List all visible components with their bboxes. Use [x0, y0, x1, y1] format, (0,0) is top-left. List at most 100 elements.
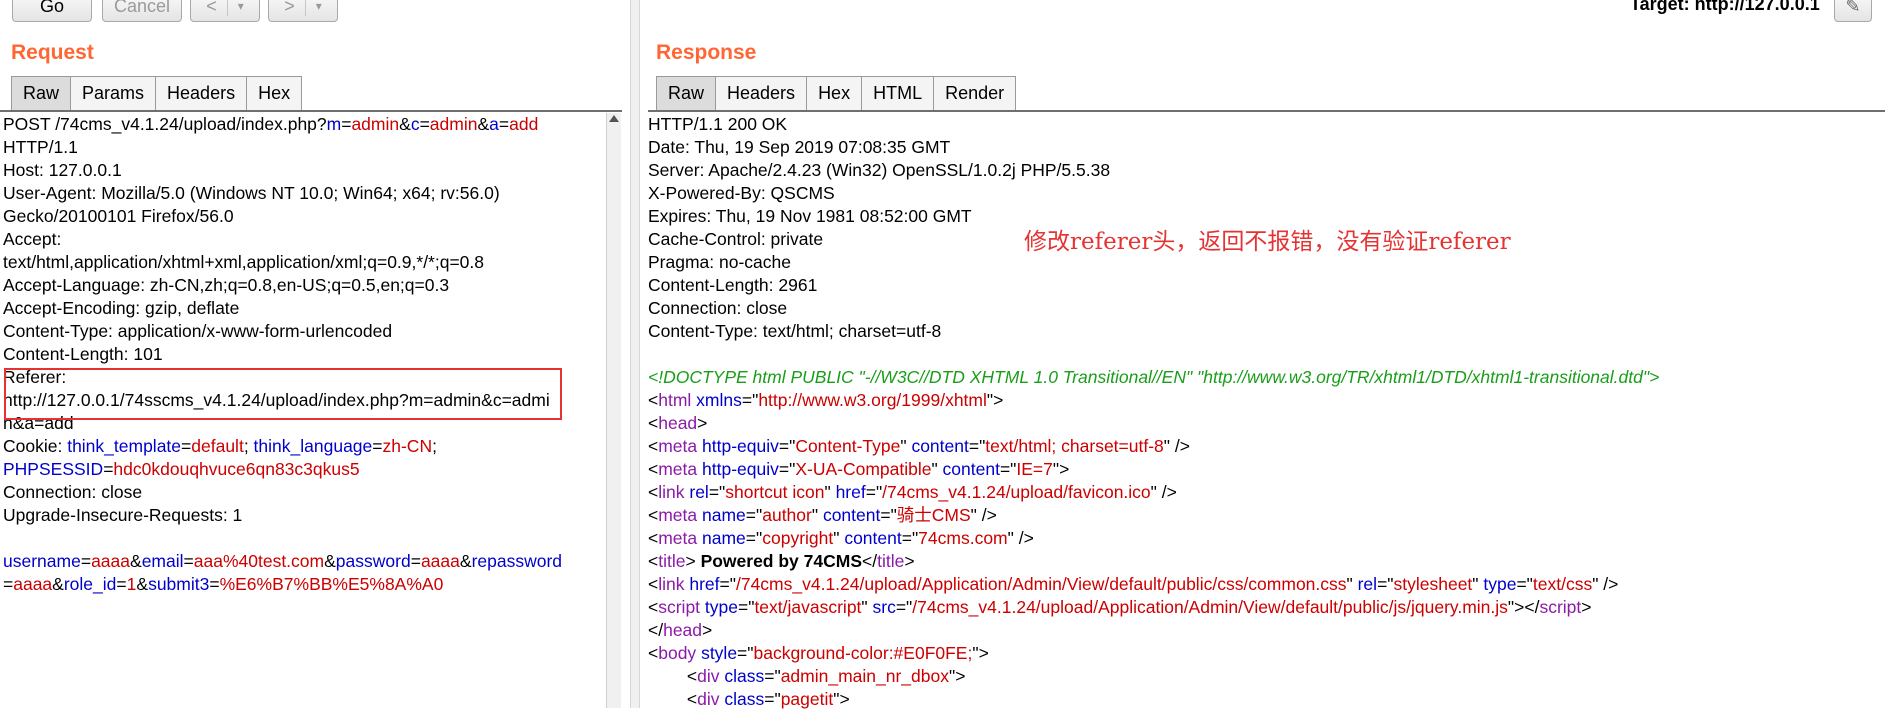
code-token: =	[498, 114, 510, 134]
code-token: &	[324, 551, 336, 571]
code-token: submit3	[148, 574, 210, 594]
code-token: class	[724, 689, 765, 709]
code-token: text/css	[1532, 574, 1593, 594]
forward-button[interactable]: > ▾	[268, 0, 338, 22]
code-token: background-color:#E0F0FE;	[753, 643, 973, 663]
go-button[interactable]: Go	[12, 0, 92, 22]
code-token: xmlns	[696, 390, 742, 410]
code-token: content	[942, 459, 1000, 479]
edit-target-button[interactable]: ✎	[1834, 0, 1872, 22]
annotation-note: 修改referer头，返回不报错，没有验证referer	[1024, 229, 1511, 255]
code-token: Accept:	[3, 229, 62, 249]
code-token: <	[648, 689, 698, 709]
code-token: m	[326, 114, 342, 134]
code-token: div	[697, 689, 720, 709]
cancel-button[interactable]: Cancel	[102, 0, 182, 22]
code-token: =	[116, 574, 127, 594]
code-token: div	[697, 666, 720, 686]
code-token: Cache-Control: private	[648, 229, 824, 249]
request-tab-params[interactable]: Params	[70, 76, 157, 110]
code-token: add	[509, 114, 539, 134]
code-token: link	[658, 482, 685, 502]
code-token: "	[1472, 574, 1484, 594]
code-token: ="	[764, 666, 781, 686]
response-tab-render[interactable]: Render	[933, 76, 1017, 110]
code-token: <	[648, 528, 659, 548]
code-token: Server: Apache/2.4.23 (Win32) OpenSSL/1.…	[648, 160, 1111, 180]
response-line: Connection: close	[648, 297, 1878, 320]
code-token: ="	[999, 459, 1017, 479]
code-token: ="	[895, 597, 913, 617]
request-tabs: Raw Params Headers Hex	[11, 76, 303, 110]
code-token: role_id	[63, 574, 117, 594]
code-token: ">	[986, 390, 1004, 410]
target-label: Target: http://127.0.0.1	[1630, 0, 1820, 14]
code-token: &	[477, 114, 490, 134]
code-token: ="	[764, 689, 781, 709]
code-token: email	[141, 551, 184, 571]
code-token: ="	[778, 459, 796, 479]
response-tab-html[interactable]: HTML	[861, 76, 935, 110]
code-token: ="	[1377, 574, 1394, 594]
code-token: User-Agent: Mozilla/5.0 (Windows NT 10.0…	[3, 183, 500, 203]
code-token: Connection: close	[3, 482, 143, 502]
code-token: >	[685, 551, 701, 571]
code-token: ">	[972, 643, 989, 663]
code-token: content	[911, 436, 969, 456]
code-token: rel	[689, 482, 709, 502]
code-token: ="	[719, 574, 736, 594]
request-tab-raw[interactable]: Raw	[11, 76, 72, 110]
code-token: name	[702, 505, 746, 525]
code-token: admin_main_nr_dbox	[780, 666, 949, 686]
code-token: pagetit	[780, 689, 834, 709]
request-tab-hex[interactable]: Hex	[246, 76, 303, 110]
request-tab-headers[interactable]: Headers	[155, 76, 248, 110]
code-token: PHPSESSID	[3, 459, 104, 479]
code-token: X-Powered-By: QSCMS	[648, 183, 835, 203]
code-token: meta	[658, 436, 698, 456]
code-token: aaaa	[420, 551, 460, 571]
response-tab-hex[interactable]: Hex	[806, 76, 863, 110]
code-token: name	[702, 528, 746, 548]
code-token: Pragma: no-cache	[648, 252, 791, 272]
code-token: Content-Type: application/x-www-form-url…	[3, 321, 393, 341]
request-editor[interactable]: POST /74cms_v4.1.24/upload/index.php?m=a…	[3, 113, 603, 596]
code-token: ="	[737, 643, 754, 663]
code-token: Accept-Encoding: gzip, deflate	[3, 298, 240, 318]
response-line: <body style="background-color:#E0F0FE;">	[648, 642, 1878, 665]
response-tab-raw[interactable]: Raw	[656, 76, 717, 110]
response-editor[interactable]: HTTP/1.1 200 OK Date: Thu, 19 Sep 2019 07…	[648, 113, 1878, 711]
code-token: X-UA-Compatible	[795, 459, 932, 479]
code-token: >	[904, 551, 915, 571]
code-token: &	[52, 574, 64, 594]
request-scrollbar[interactable]	[606, 113, 621, 708]
pane-splitter[interactable]	[630, 0, 640, 708]
code-token: ="	[880, 505, 897, 525]
response-tab-headers[interactable]: Headers	[715, 76, 808, 110]
response-line: <link href="/74cms_v4.1.24/upload/Applic…	[648, 573, 1878, 596]
request-line: Connection: close	[3, 481, 603, 504]
code-token: &	[136, 574, 149, 594]
code-token: content	[822, 505, 881, 525]
code-token: ="	[901, 528, 919, 548]
code-token: HTTP/1.1	[3, 137, 78, 157]
code-token: stylesheet	[1393, 574, 1473, 594]
code-token: ="	[1516, 574, 1533, 594]
code-token: Content-Length: 101	[3, 344, 163, 364]
code-token: text/javascript	[754, 597, 862, 617]
code-token: ="	[745, 528, 763, 548]
code-token: meta	[658, 505, 698, 525]
code-token: zh-CN	[382, 436, 433, 456]
request-line: PHPSESSID=hdc0kdouqhvuce6qn83c3qkus5	[3, 458, 603, 481]
scroll-up-icon[interactable]	[609, 115, 619, 122]
code-token: </	[862, 551, 878, 571]
code-token: meta	[658, 528, 698, 548]
response-line: Content-Type: text/html; charset=utf-8	[648, 320, 1878, 343]
code-token: ="	[741, 390, 759, 410]
code-token: aaaa	[91, 551, 130, 571]
code-token: Cookie:	[3, 436, 68, 456]
code-token: Content-Type: text/html; charset=utf-8	[648, 321, 942, 341]
referer-highlight-box	[4, 368, 562, 420]
code-token: ="	[865, 482, 883, 502]
back-button[interactable]: < ▾	[190, 0, 260, 22]
